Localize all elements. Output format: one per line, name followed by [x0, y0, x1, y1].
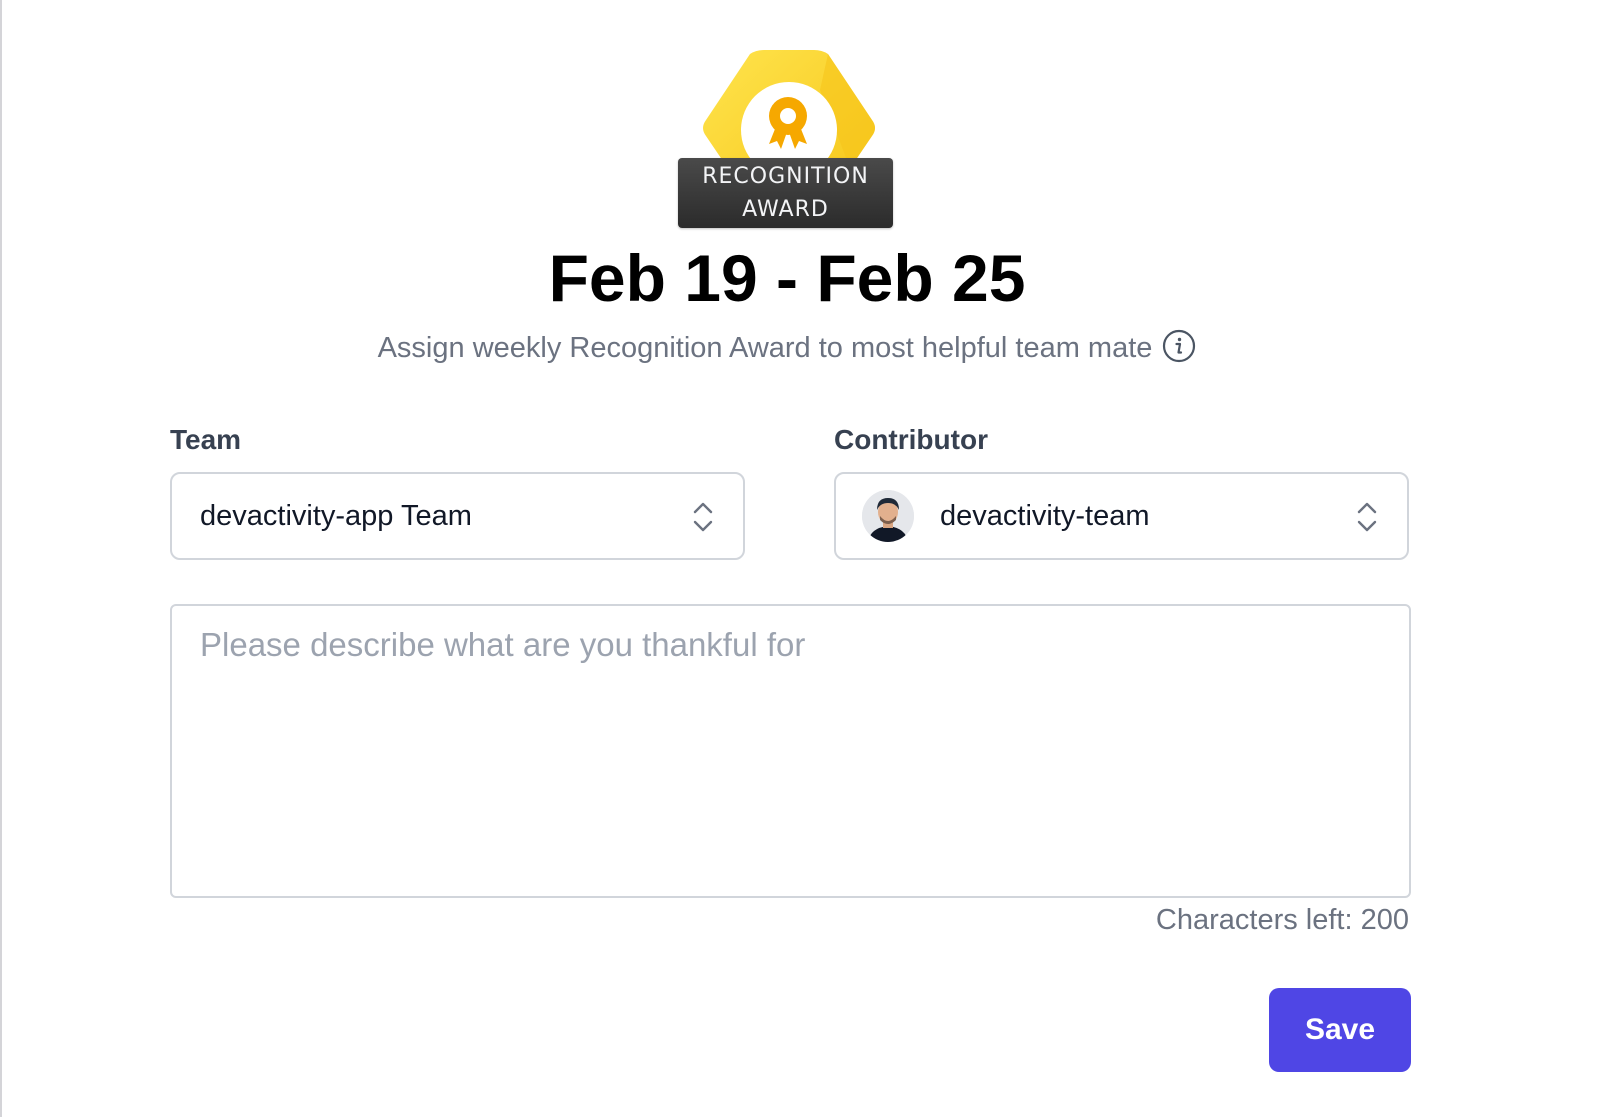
- badge-label: RECOGNITION AWARD: [678, 158, 893, 228]
- chevron-up-down-icon: [693, 502, 713, 532]
- award-ribbon-icon: [769, 97, 807, 149]
- characters-left-counter: Characters left: 200: [1155, 904, 1409, 936]
- team-select-value: devactivity-app Team: [200, 499, 472, 532]
- thank-you-message-input[interactable]: [170, 604, 1411, 898]
- contributor-select-value: devactivity-team: [940, 499, 1150, 532]
- recognition-award-page: RECOGNITION AWARD Feb 19 - Feb 25 Assign…: [0, 0, 1612, 1117]
- date-range-title: Feb 19 - Feb 25: [548, 241, 1026, 315]
- team-select[interactable]: devactivity-app Team: [170, 472, 745, 560]
- subtitle-text: Assign weekly Recognition Award to most …: [377, 332, 1153, 364]
- chevron-up-down-icon: [1357, 502, 1377, 532]
- subtitle: Assign weekly Recognition Award to most …: [2, 329, 1572, 365]
- recognition-award-badge: RECOGNITION AWARD: [678, 50, 893, 230]
- avatar: [862, 490, 914, 542]
- contributor-select[interactable]: devactivity-team: [834, 472, 1409, 560]
- info-icon[interactable]: [1162, 329, 1196, 363]
- save-button[interactable]: Save: [1269, 988, 1411, 1072]
- team-label: Team: [170, 424, 242, 455]
- badge-label-line2: AWARD: [742, 197, 829, 222]
- contributor-label: Contributor: [834, 424, 988, 455]
- badge-label-line1: RECOGNITION: [702, 164, 869, 189]
